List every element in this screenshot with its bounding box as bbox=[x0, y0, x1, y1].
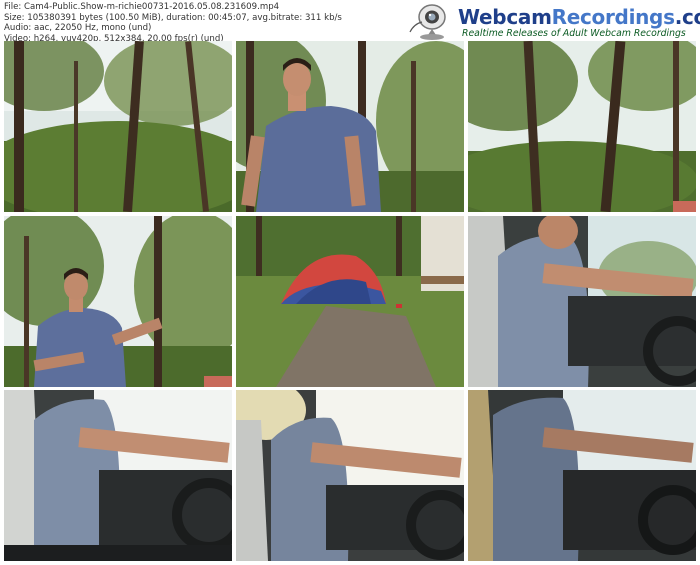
thumbnail-car-interior-bright[interactable] bbox=[4, 390, 232, 561]
thumbnail-car-interior-glare[interactable] bbox=[236, 390, 464, 561]
forest-canopy-image bbox=[468, 41, 696, 212]
forest-trees-image bbox=[4, 41, 232, 212]
site-logo: WebcamRecordings.com Realtime Releases o… bbox=[402, 2, 700, 42]
thumbnail-forest-canopy[interactable] bbox=[468, 41, 696, 212]
file-info: File: Cam4-Public.Show-m-richie00731-201… bbox=[4, 2, 342, 44]
file-size-line: Size: 105380391 bytes (100.50 MiB), dura… bbox=[4, 12, 342, 23]
logo-title-webcam: Webcam bbox=[458, 5, 552, 29]
audio-info-line: Audio: aac, 22050 Hz, mono (und) bbox=[4, 23, 152, 34]
webcam-icon bbox=[409, 4, 446, 40]
man-under-trees-image bbox=[4, 216, 232, 387]
logo-title-dotcom: .com bbox=[674, 5, 700, 29]
car-interior-glare-image bbox=[236, 390, 464, 561]
thumbnail-man-under-trees[interactable] bbox=[4, 216, 232, 387]
thumbnail-grid bbox=[4, 41, 696, 561]
man-in-forest-image bbox=[236, 41, 464, 212]
thumbnail-man-in-forest[interactable] bbox=[236, 41, 464, 212]
tent-campsite-image bbox=[236, 216, 464, 387]
car-interior-bright-image bbox=[4, 390, 232, 561]
logo-subtitle: Realtime Releases of Adult Webcam Record… bbox=[462, 28, 686, 39]
thumbnail-tent-campsite[interactable] bbox=[236, 216, 464, 387]
logo-title-recordings: Recordings bbox=[551, 5, 675, 29]
thumbnail-car-interior-dark[interactable] bbox=[468, 390, 696, 561]
car-interior-dark-image bbox=[468, 390, 696, 561]
man-driving-image bbox=[468, 216, 696, 387]
thumbnail-man-driving[interactable] bbox=[468, 216, 696, 387]
thumbnail-forest-trees[interactable] bbox=[4, 41, 232, 212]
file-name-line: File: Cam4-Public.Show-m-richie00731-201… bbox=[4, 2, 280, 12]
logo-title: WebcamRecordings.com bbox=[458, 5, 700, 29]
